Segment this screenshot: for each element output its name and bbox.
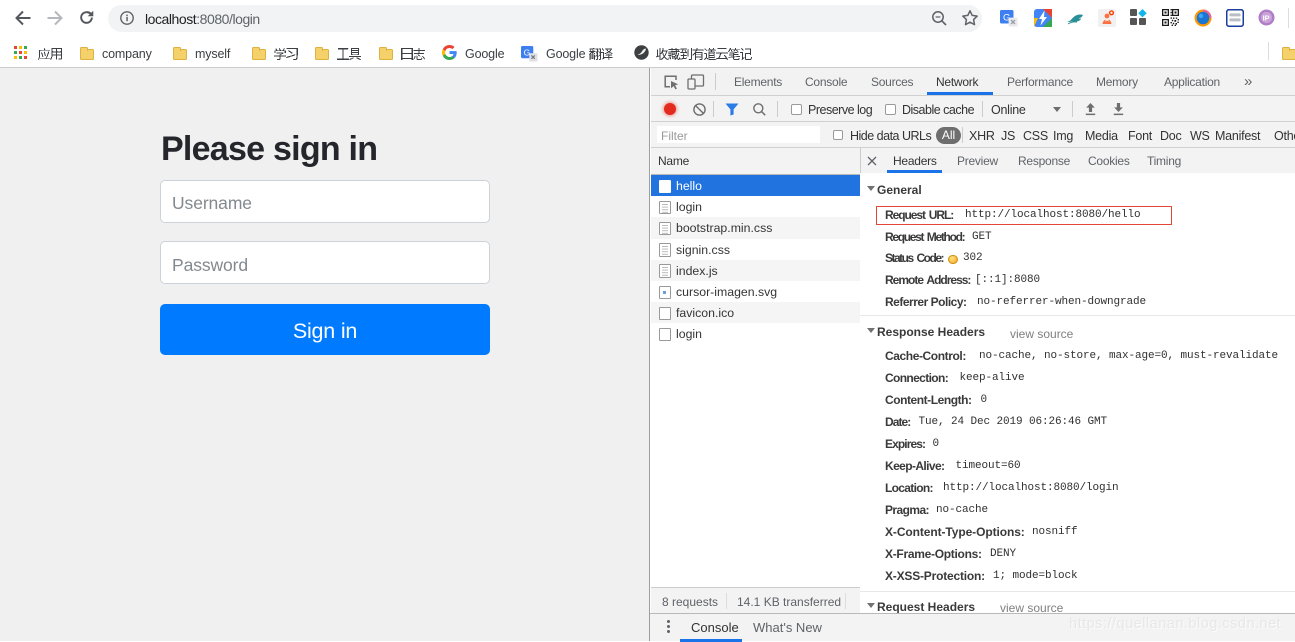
- svg-text:G: G: [524, 47, 531, 57]
- svg-text:IP: IP: [1263, 14, 1270, 23]
